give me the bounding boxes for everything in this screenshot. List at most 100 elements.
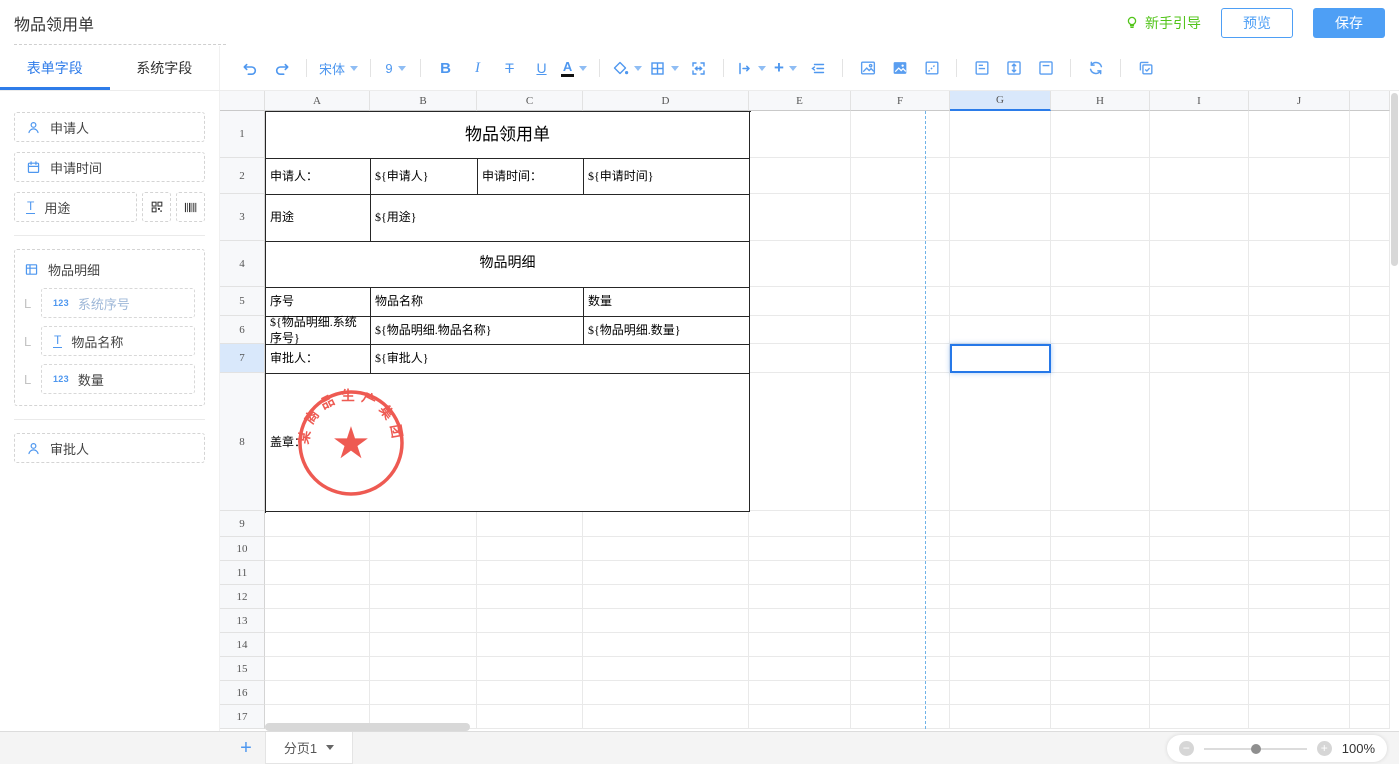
cell-A4-section-title[interactable]: 物品明细 — [266, 242, 750, 288]
cell-A5[interactable]: 序号 — [266, 288, 371, 317]
tab-form-fields[interactable]: 表单字段 — [0, 46, 110, 90]
underline-button[interactable]: U — [526, 54, 557, 82]
page-margin-button[interactable] — [1030, 54, 1061, 82]
column-header-A[interactable]: A — [265, 91, 370, 111]
table-icon — [24, 262, 39, 277]
italic-button[interactable]: I — [462, 54, 493, 82]
borders-button[interactable] — [646, 54, 682, 82]
row-header-4[interactable]: 4 — [220, 241, 265, 287]
font-family-select[interactable]: 宋体 — [316, 54, 361, 82]
column-header-overflow[interactable] — [1350, 91, 1390, 111]
add-sheet-button[interactable]: + — [233, 735, 259, 761]
row-header-7[interactable]: 7 — [220, 344, 265, 373]
strikethrough-button[interactable]: T — [494, 54, 525, 82]
field-approver[interactable]: 审批人 — [14, 433, 205, 463]
row-header-2[interactable]: 2 — [220, 158, 265, 194]
row-header-9[interactable]: 9 — [220, 511, 265, 537]
cell-B5-merged[interactable]: 物品名称 — [371, 288, 584, 317]
copy-sheet-button[interactable] — [1130, 54, 1161, 82]
row-header-12[interactable]: 12 — [220, 585, 265, 609]
outdent-button[interactable] — [802, 54, 833, 82]
cell-C2[interactable]: 申请时间： — [478, 159, 584, 195]
barcode-button[interactable] — [176, 192, 205, 222]
zoom-slider[interactable] — [1204, 748, 1307, 750]
field-item-name[interactable]: T 物品名称 — [41, 326, 195, 356]
horizontal-scrollbar-thumb[interactable] — [265, 723, 470, 731]
refresh-button[interactable] — [1080, 54, 1111, 82]
document-title[interactable]: 物品领用单 — [14, 11, 226, 45]
column-header-D[interactable]: D — [583, 91, 749, 111]
field-apply-time[interactable]: 申请时间 — [14, 152, 205, 182]
column-header-J[interactable]: J — [1249, 91, 1350, 111]
background-image-button[interactable] — [884, 54, 915, 82]
column-header-E[interactable]: E — [749, 91, 851, 111]
row-header-10[interactable]: 10 — [220, 537, 265, 561]
column-header-G[interactable]: G — [950, 91, 1051, 111]
sheet-tab[interactable]: 分页1 — [265, 732, 353, 764]
align-button[interactable] — [733, 54, 769, 82]
font-color-letter: A — [563, 60, 572, 73]
cell-B7-merged[interactable]: ${审批人} — [371, 345, 750, 374]
cell-D5[interactable]: 数量 — [584, 288, 750, 317]
insert-image-button[interactable] — [852, 54, 883, 82]
row-header-3[interactable]: 3 — [220, 194, 265, 241]
row-header-14[interactable]: 14 — [220, 633, 265, 657]
column-headers: ABCDEFGHIJ — [220, 91, 1390, 111]
beginner-guide-link[interactable]: 新手引导 — [1124, 13, 1201, 33]
gridline — [265, 680, 1390, 681]
field-quantity[interactable]: 123 数量 — [41, 364, 195, 394]
row-header-11[interactable]: 11 — [220, 561, 265, 585]
cell-A1-form-title[interactable]: 物品领用单 — [266, 112, 750, 159]
insert-button[interactable]: + — [770, 54, 801, 82]
text-icon: T — [26, 200, 35, 214]
bold-button[interactable]: B — [430, 54, 461, 82]
column-header-I[interactable]: I — [1150, 91, 1249, 111]
column-header-F[interactable]: F — [851, 91, 950, 111]
vertical-scrollbar-thumb[interactable] — [1391, 93, 1398, 266]
save-button[interactable]: 保存 — [1313, 8, 1385, 38]
row-header-5[interactable]: 5 — [220, 287, 265, 316]
toolbar-divider — [842, 59, 843, 77]
fill-color-button[interactable] — [609, 54, 645, 82]
tab-system-fields[interactable]: 系统字段 — [110, 46, 220, 90]
field-purpose[interactable]: T 用途 — [14, 192, 137, 222]
stamp-button[interactable] — [916, 54, 947, 82]
cell-B3-merged[interactable]: ${用途} — [371, 195, 750, 242]
cell-B2[interactable]: ${申请人} — [371, 159, 478, 195]
cell-A6[interactable]: ${物品明细.系统序号} — [266, 317, 371, 345]
zoom-out-button[interactable]: − — [1179, 741, 1194, 756]
cell-D6[interactable]: ${物品明细.数量} — [584, 317, 750, 345]
row-header-1[interactable]: 1 — [220, 111, 265, 158]
qrcode-button[interactable] — [142, 192, 171, 222]
column-header-B[interactable]: B — [370, 91, 477, 111]
redo-button[interactable] — [266, 54, 297, 82]
doc-settings-button[interactable] — [966, 54, 997, 82]
cell-B6-merged[interactable]: ${物品明细.物品名称} — [371, 317, 584, 345]
stamp-image[interactable]: 某商品生产集团 ★ — [296, 388, 406, 498]
row-header-17[interactable]: 17 — [220, 705, 265, 729]
column-header-C[interactable]: C — [477, 91, 583, 111]
cell-D2[interactable]: ${申请时间} — [584, 159, 750, 195]
field-group-item-detail[interactable]: 物品明细 L 123 系统序号 L T 物品名称 — [14, 249, 205, 406]
sidebar-divider — [14, 419, 205, 420]
zoom-in-button[interactable]: + — [1317, 741, 1332, 756]
column-header-H[interactable]: H — [1051, 91, 1150, 111]
selected-cell[interactable] — [950, 344, 1051, 373]
row-header-13[interactable]: 13 — [220, 609, 265, 633]
row-height-button[interactable] — [998, 54, 1029, 82]
zoom-slider-handle[interactable] — [1251, 744, 1261, 754]
font-color-button[interactable]: A — [558, 54, 590, 82]
cell-A3[interactable]: 用途 — [266, 195, 371, 242]
preview-button[interactable]: 预览 — [1221, 8, 1293, 38]
cell-A7[interactable]: 审批人： — [266, 345, 371, 374]
merge-cells-button[interactable] — [683, 54, 714, 82]
font-size-select[interactable]: 9 — [380, 54, 411, 82]
row-header-8[interactable]: 8 — [220, 373, 265, 511]
field-applicant[interactable]: 申请人 — [14, 112, 205, 142]
row-header-15[interactable]: 15 — [220, 657, 265, 681]
row-header-16[interactable]: 16 — [220, 681, 265, 705]
row-header-6[interactable]: 6 — [220, 316, 265, 344]
field-system-serial[interactable]: 123 系统序号 — [41, 288, 195, 318]
undo-button[interactable] — [234, 54, 265, 82]
cell-A2[interactable]: 申请人： — [266, 159, 371, 195]
